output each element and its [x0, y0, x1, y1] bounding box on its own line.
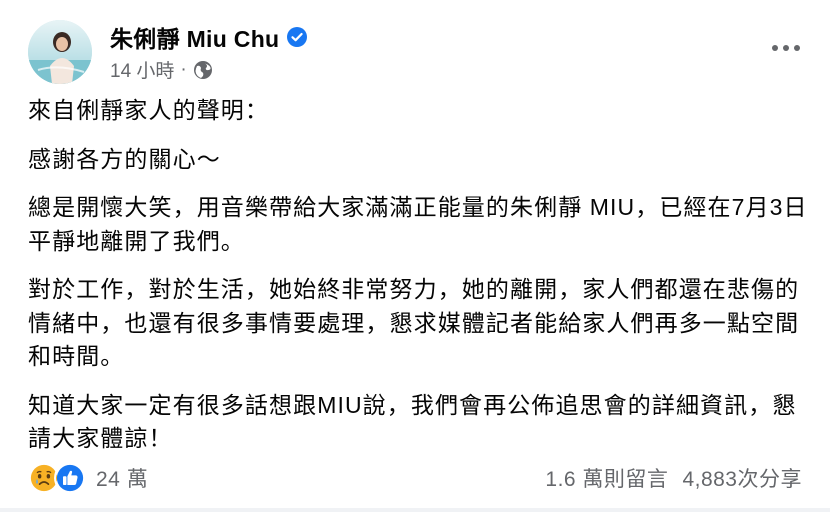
verified-badge-icon: [287, 27, 308, 47]
post-meta: 14 小時 ·: [110, 56, 213, 83]
post-body: 來自俐靜家人的聲明： 感謝各方的關心～ 總是開懷大笑，用音樂帶給大家滿滿正能量的…: [28, 94, 808, 471]
post-timestamp[interactable]: 14 小時: [110, 56, 174, 83]
post-paragraph: 感謝各方的關心～: [28, 145, 221, 172]
post-paragraph: 知道大家一定有很多話想跟MIU說，我們會再公佈追思會的詳細資訊，懇請大家體諒！: [28, 391, 797, 452]
reactions-summary[interactable]: 24 萬: [28, 462, 148, 494]
author-avatar[interactable]: [28, 20, 92, 84]
like-reaction-icon: [54, 462, 86, 494]
shares-count[interactable]: 4,883次分享: [682, 463, 802, 493]
footer-divider: [0, 508, 830, 512]
globe-icon[interactable]: [193, 60, 213, 80]
post-header: 朱俐靜 Miu Chu 14 小時 ·: [28, 16, 810, 88]
meta-separator: ·: [180, 58, 187, 80]
post-footer: 24 萬 1.6 萬則留言 4,883次分享: [28, 458, 802, 498]
comments-count[interactable]: 1.6 萬則留言: [545, 463, 668, 493]
author-name[interactable]: 朱俐靜 Miu Chu: [110, 20, 279, 54]
reaction-count[interactable]: 24 萬: [96, 463, 148, 493]
post-paragraph: 來自俐靜家人的聲明：: [28, 97, 269, 123]
author-row: 朱俐靜 Miu Chu: [110, 20, 308, 54]
more-options-icon[interactable]: [766, 30, 806, 66]
post-paragraph: 對於工作，對於生活，她始終非常努力，她的離開，家人們都還在悲傷的情緒中，也還有很…: [28, 276, 800, 369]
post-paragraph: 總是開懷大笑，用音樂帶給大家滿滿正能量的朱俐靜 MIU，已經在7月3日平靜地離開…: [28, 194, 808, 254]
post-stats: 1.6 萬則留言 4,883次分享: [545, 463, 802, 493]
